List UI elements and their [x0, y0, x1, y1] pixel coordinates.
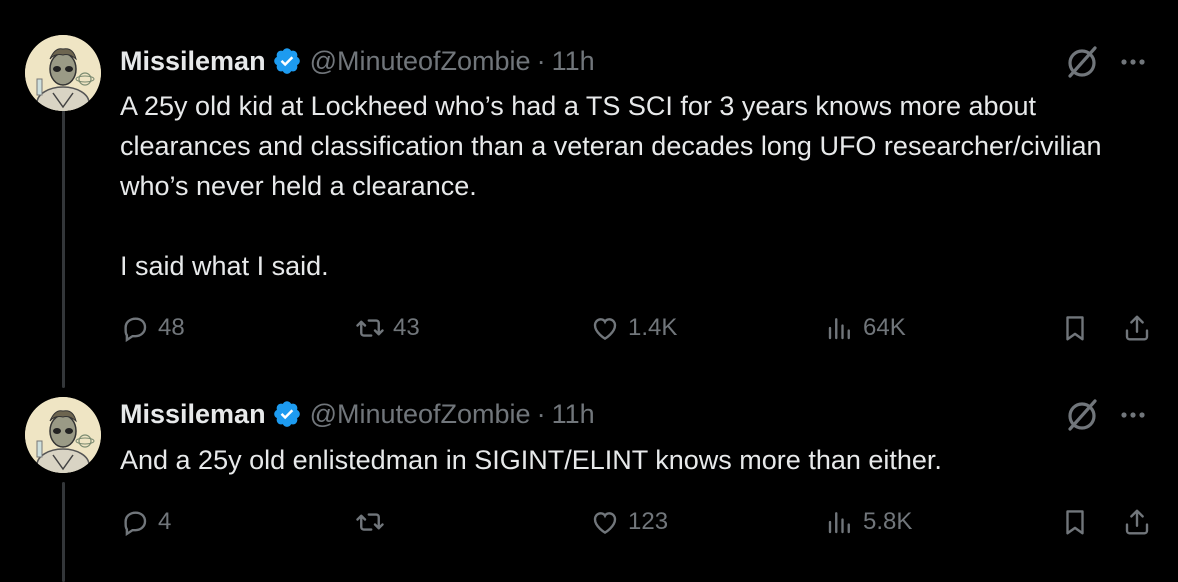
- tweet-actions: 4 123 5.8K: [110, 502, 1170, 542]
- display-name[interactable]: Missileman: [120, 399, 266, 430]
- separator-dot: ·: [536, 398, 546, 429]
- share-icon: [1125, 509, 1149, 535]
- tweet-text: And a 25y old enlistedman in SIGINT/ELIN…: [120, 445, 942, 475]
- grok-icon[interactable]: [1065, 397, 1101, 433]
- handle[interactable]: @MinuteofZombie: [310, 399, 531, 430]
- verified-badge-icon: [272, 399, 302, 429]
- views-button[interactable]: 5.8K: [825, 502, 912, 542]
- reply-button[interactable]: 4: [120, 502, 171, 542]
- repost-button[interactable]: [355, 502, 393, 542]
- bookmark-icon: [1066, 510, 1084, 535]
- reply-icon: [124, 511, 147, 537]
- tweet[interactable]: Missileman @MinuteofZombie · 11h And a 2…: [0, 0, 1178, 582]
- bookmark-button[interactable]: [1060, 502, 1090, 542]
- share-button[interactable]: [1122, 502, 1152, 542]
- like-icon: [593, 512, 617, 535]
- repost-icon: [356, 513, 384, 531]
- timestamp[interactable]: 11h: [552, 399, 595, 430]
- more-icon[interactable]: [1115, 397, 1151, 433]
- avatar[interactable]: [25, 397, 101, 473]
- tweet-header: Missileman @MinuteofZombie · 11h: [120, 396, 595, 432]
- like-button[interactable]: 123: [590, 502, 668, 542]
- like-count: 123: [628, 508, 669, 535]
- views-icon: [828, 512, 850, 534]
- reply-count: 4: [158, 508, 172, 535]
- view-count: 5.8K: [863, 508, 913, 535]
